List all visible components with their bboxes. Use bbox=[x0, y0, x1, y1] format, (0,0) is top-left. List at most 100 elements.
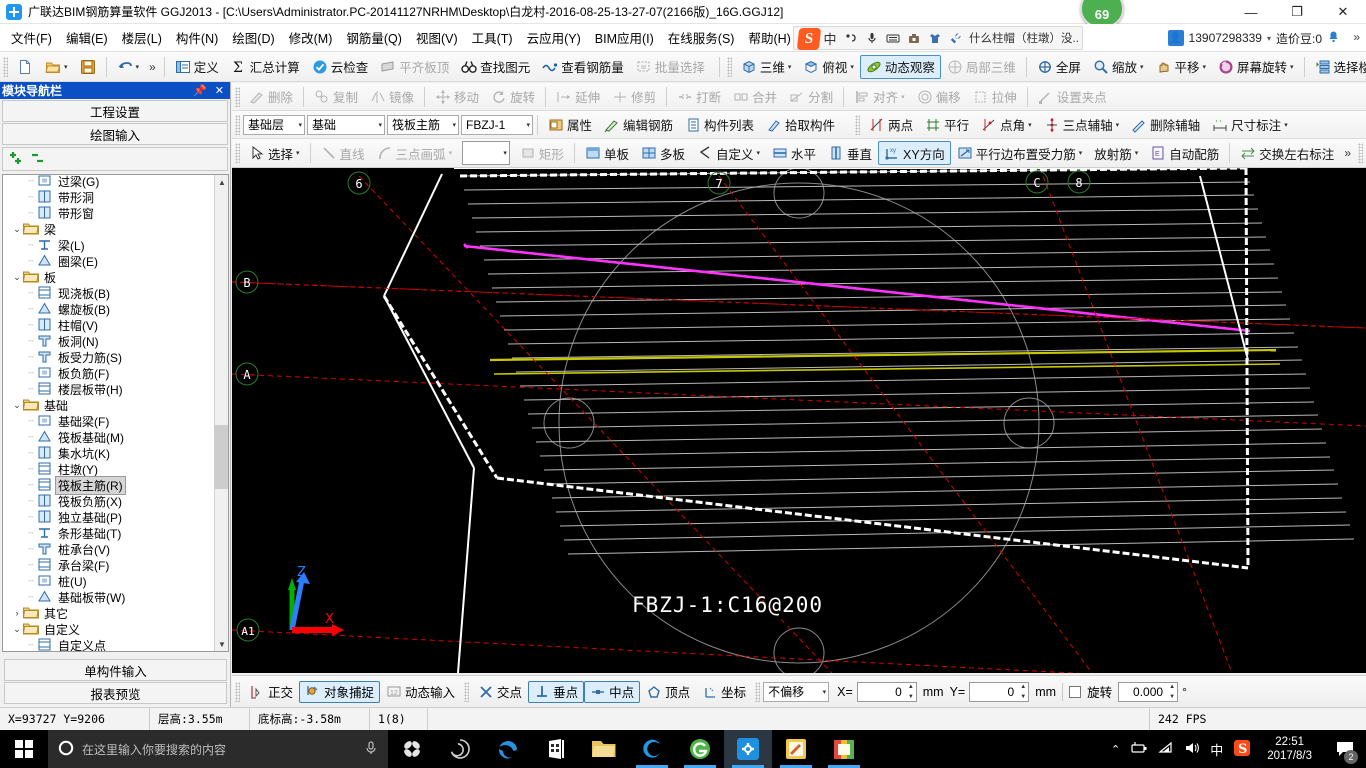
rotate-input[interactable]: 0.000 ▲ ▼ bbox=[1118, 681, 1179, 702]
split-button[interactable]: 分割 bbox=[783, 85, 839, 109]
taskbar-app-store[interactable] bbox=[532, 730, 580, 768]
define-button[interactable]: 定义 bbox=[169, 55, 225, 79]
ime-skin-icon[interactable] bbox=[925, 28, 945, 48]
trim-button[interactable]: 修剪 bbox=[606, 85, 662, 109]
move-button[interactable]: 移动 bbox=[429, 85, 485, 109]
bell-icon[interactable] bbox=[1327, 30, 1340, 46]
tree-item[interactable]: ┄ 柱帽(V) bbox=[3, 317, 215, 333]
project-settings-button[interactable]: 工程设置 bbox=[2, 100, 228, 122]
pick-component-button[interactable]: 拾取构件 bbox=[760, 113, 841, 137]
tree-connector[interactable]: ┄ bbox=[25, 336, 37, 347]
dimension-button[interactable]: 尺寸标注 ▾ bbox=[1206, 113, 1294, 137]
tree-connector[interactable]: ┄ bbox=[25, 416, 37, 427]
tree-item[interactable]: ┄ 柱墩(Y) bbox=[3, 461, 215, 477]
screen-rotate-button[interactable]: 屏幕旋转 ▾ bbox=[1212, 55, 1300, 79]
three-d-button[interactable]: 三维 ▾ bbox=[735, 55, 798, 79]
perpendicular-snap-toggle[interactable]: 垂点 bbox=[528, 680, 585, 703]
batch-select-button[interactable]: 批量选择 bbox=[630, 55, 711, 79]
tree-item[interactable]: ┄ 带形洞 bbox=[3, 189, 215, 205]
category-select[interactable]: 基础 ▾ bbox=[307, 114, 385, 135]
tree-item[interactable]: ┄ 过梁(G) bbox=[3, 175, 215, 189]
coordinate-snap-toggle[interactable]: 坐标 bbox=[696, 681, 752, 703]
tree-folder[interactable]: ⌄ 板 bbox=[3, 269, 215, 285]
tray-clock[interactable]: 22:51 2017/8/3 bbox=[1261, 735, 1318, 763]
rotate-spinner-arrows[interactable]: ▲ ▼ bbox=[1166, 684, 1175, 700]
tray-ime-icon[interactable]: 中 bbox=[1210, 740, 1223, 759]
maximize-button[interactable]: ❐ bbox=[1274, 0, 1320, 24]
component-name-select[interactable]: FBZJ-1 ▾ bbox=[461, 114, 533, 135]
component-tree[interactable]: ┄ 过梁(G) ┄ 带形洞 ┄ 带形窗 ⌄ 梁 ┄ 梁(L) ┄ 圈梁(E) ⌄ 板 ┄ 现浇板(B) ┄ 螺旋板… bbox=[2, 174, 229, 652]
tree-item[interactable]: ┄ 承台梁(F) bbox=[3, 557, 215, 573]
tree-item[interactable]: ┄ 板受力筋(S) bbox=[3, 349, 215, 365]
tray-chevron-up-icon[interactable]: ⌃ bbox=[1111, 743, 1120, 756]
save-button[interactable] bbox=[74, 55, 102, 79]
sogou-ime-icon[interactable]: S bbox=[796, 28, 822, 50]
tree-folder[interactable]: ⌄ 自定义 bbox=[3, 621, 215, 637]
select-floor-button[interactable]: 选择楼层 bbox=[1309, 55, 1366, 79]
tree-folder[interactable]: ⌄ 梁 bbox=[3, 221, 215, 237]
offset-mode-select[interactable]: 不偏移 ▾ bbox=[763, 681, 830, 702]
tree-connector[interactable]: ┄ bbox=[25, 304, 37, 315]
tree-item[interactable]: ┄ 板负筋(F) bbox=[3, 365, 215, 381]
menu-component[interactable]: 构件(N) bbox=[169, 25, 225, 50]
component-type-select[interactable]: 筏板主筋 ▾ bbox=[387, 114, 459, 135]
tree-item[interactable]: ┄ 条形基础(T) bbox=[3, 525, 215, 541]
tray-wifi-icon[interactable] bbox=[1158, 741, 1174, 758]
tree-connector[interactable]: ┄ bbox=[25, 384, 37, 395]
properties-button[interactable]: 属性 bbox=[542, 113, 598, 137]
menu-modify[interactable]: 修改(M) bbox=[282, 25, 340, 50]
delete-button[interactable]: 删除 bbox=[243, 85, 299, 109]
menubar-overflow-icon[interactable]: » bbox=[1353, 30, 1360, 44]
x-spinner-arrows[interactable]: ▲ ▼ bbox=[905, 684, 914, 700]
offset-button[interactable]: 偏移 bbox=[911, 85, 967, 109]
menu-online-service[interactable]: 在线服务(S) bbox=[661, 25, 742, 50]
taskbar-app-green-browser[interactable] bbox=[676, 730, 724, 768]
taskbar-app-fan[interactable] bbox=[388, 730, 436, 768]
auto-rebar-button[interactable]: E 自动配筋 bbox=[1144, 141, 1225, 165]
ortho-toggle[interactable]: 正交 bbox=[243, 681, 299, 703]
taskbar-app-edge[interactable] bbox=[484, 730, 532, 768]
tree-item[interactable]: ┄ 自定义点 bbox=[3, 637, 215, 651]
ime-punctuation-icon[interactable] bbox=[841, 28, 861, 48]
taskbar-app-ggj[interactable] bbox=[724, 730, 772, 768]
tree-item[interactable]: ┄ 现浇板(B) bbox=[3, 285, 215, 301]
menu-help[interactable]: 帮助(H) bbox=[741, 25, 797, 50]
tree-connector[interactable]: ┄ bbox=[25, 576, 37, 587]
three-point-axis-button[interactable]: 三点辅轴 ▾ bbox=[1038, 113, 1126, 137]
tree-folder[interactable]: › 其它 bbox=[3, 605, 215, 621]
partial-3d-button[interactable]: 局部三维 bbox=[941, 55, 1022, 79]
y-spinner-arrows[interactable]: ▲ ▼ bbox=[1017, 684, 1026, 700]
object-snap-toggle[interactable]: 对象捕捉 bbox=[299, 680, 381, 703]
copy-button[interactable]: 复制 bbox=[308, 85, 364, 109]
taskbar-app-browser[interactable] bbox=[628, 730, 676, 768]
xy-direction-button[interactable]: xy XY方向 bbox=[878, 141, 951, 165]
align-button[interactable]: 对齐 ▾ bbox=[848, 85, 911, 109]
chevron-down-icon[interactable]: ⌄ bbox=[11, 400, 23, 411]
line-tool-button[interactable]: 直线 bbox=[315, 141, 371, 165]
open-button[interactable]: ▾ bbox=[39, 55, 74, 79]
toolbar-gripper[interactable] bbox=[3, 56, 8, 77]
radial-rebar-button[interactable]: 放射筋 ▾ bbox=[1088, 141, 1144, 165]
pin-icon[interactable]: 📌 bbox=[193, 84, 207, 97]
tray-sogou-icon[interactable]: S bbox=[1233, 739, 1251, 760]
tray-battery-icon[interactable] bbox=[1130, 741, 1148, 758]
tree-connector[interactable]: ┄ bbox=[25, 320, 37, 331]
account-phone[interactable]: 13907298339 bbox=[1189, 31, 1262, 45]
mirror-button[interactable]: 镜像 bbox=[364, 85, 420, 109]
point-angle-axis-button[interactable]: 点角 ▾ bbox=[975, 113, 1038, 137]
merge-button[interactable]: 合并 bbox=[727, 85, 783, 109]
tree-connector[interactable]: ┄ bbox=[25, 208, 37, 219]
rotate-checkbox[interactable] bbox=[1069, 685, 1082, 698]
tree-connector[interactable]: ┄ bbox=[25, 432, 37, 443]
account-chevron-down-icon[interactable]: ▾ bbox=[1267, 34, 1271, 43]
custom-shape-button[interactable]: 自定义 ▾ bbox=[691, 141, 766, 165]
tray-volume-icon[interactable] bbox=[1184, 741, 1200, 758]
chevron-down-icon[interactable]: ⌄ bbox=[11, 224, 23, 235]
rotate-button[interactable]: 旋转 bbox=[485, 85, 541, 109]
set-grip-button[interactable]: 设置夹点 bbox=[1032, 85, 1113, 109]
single-slab-button[interactable]: 单板 bbox=[579, 141, 635, 165]
x-offset-input[interactable]: 0 ▲ ▼ bbox=[856, 681, 917, 702]
microphone-icon[interactable] bbox=[364, 740, 378, 759]
tree-item[interactable]: ┄ 板洞(N) bbox=[3, 333, 215, 349]
ime-candidate-text[interactable]: 什么柱帽（柱墩）没.. bbox=[967, 30, 1079, 46]
